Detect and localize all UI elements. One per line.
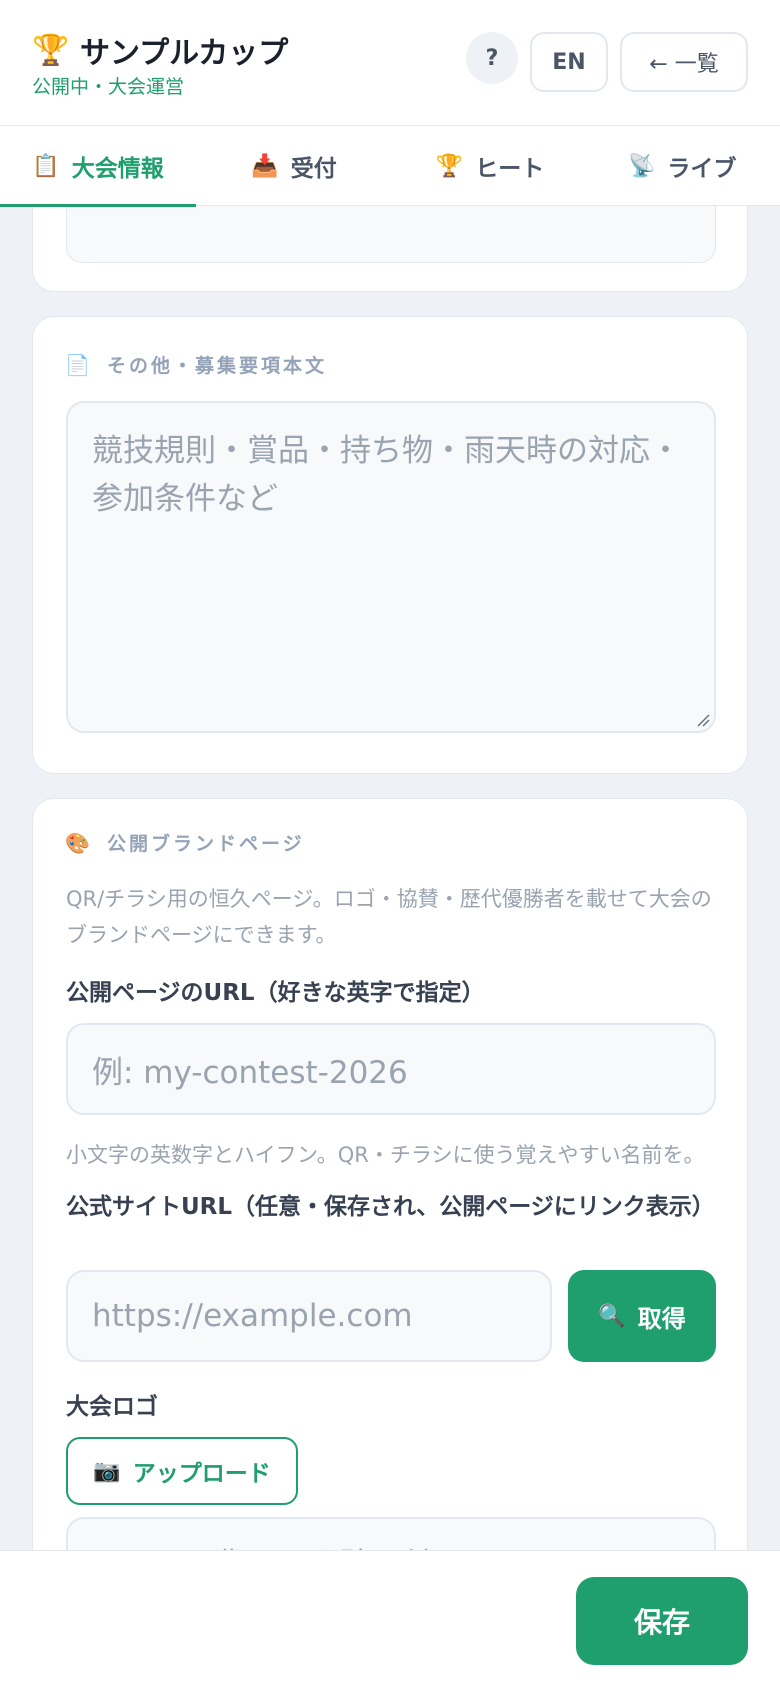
satellite-icon: 📡 [628, 153, 656, 179]
tab-live[interactable]: 📡 ライブ [588, 126, 780, 206]
document-icon: 📄 [65, 352, 90, 377]
site-url-label: 公式サイトURL（任意・保存され、公開ページにリンク表示） [66, 1194, 715, 1220]
upload-button[interactable]: 📷 アップロード [66, 1437, 298, 1505]
brand-section-heading: 公開ブランドページ [107, 833, 305, 855]
public-url-hint: 小文字の英数字とハイフン。QR・チラシに使う覚えやすい名前を。 [66, 1143, 705, 1167]
fetch-button-label: 取得 [637, 1304, 686, 1333]
inbox-icon: 📥 [251, 153, 279, 179]
status-subtitle: 公開中・大会運営 [32, 76, 185, 98]
app-header: 🏆 サンプルカップ 公開中・大会運営 ? EN ← 一覧 [0, 0, 780, 126]
other-section-heading: その他・募集要項本文 [107, 355, 328, 377]
trophy-icon: 🏆 [435, 153, 464, 179]
other-section-card: 📄 その他・募集要項本文 競技規則・賞品・持ち物・雨天時の対応・参加条件など [32, 316, 748, 774]
site-url-input[interactable]: https://example.com [66, 1270, 552, 1362]
page-title: サンプルカップ [80, 36, 289, 71]
brand-section-description: QR/チラシ用の恒久ページ。ロゴ・協賛・歴代優勝者を載せて大会のブランドページに… [66, 887, 712, 947]
recruitment-text-textarea[interactable]: 競技規則・賞品・持ち物・雨天時の対応・参加条件など [66, 401, 716, 733]
search-icon: 🔍 [598, 1303, 626, 1329]
public-url-label: 公開ページのURL（好きな英字で指定） [66, 980, 485, 1006]
resize-handle-icon[interactable] [694, 711, 710, 727]
tab-label: 受付 [290, 156, 337, 182]
tab-label: ライブ [667, 156, 737, 182]
brand-section-card: 🎨 公開ブランドページ QR/チラシ用の恒久ページ。ロゴ・協賛・歴代優勝者を載せ… [32, 798, 748, 1609]
fetch-button[interactable]: 🔍 取得 [568, 1270, 716, 1362]
footer-bar: 保存 [0, 1550, 780, 1688]
upload-button-label: アップロード [132, 1461, 271, 1487]
tab-registration[interactable]: 📥 受付 [196, 126, 392, 206]
language-button[interactable]: EN [530, 32, 608, 92]
public-url-input[interactable]: 例: my-contest-2026 [66, 1023, 716, 1115]
tab-bar: 📋 大会情報 📥 受付 🏆 ヒート 📡 ライブ [0, 126, 780, 207]
logo-label: 大会ロゴ [66, 1394, 158, 1420]
tab-heats[interactable]: 🏆 ヒート [392, 126, 588, 206]
trophy-icon: 🏆 [32, 32, 70, 68]
public-url-placeholder: 例: my-contest-2026 [92, 1054, 408, 1091]
tab-event-info[interactable]: 📋 大会情報 [0, 126, 196, 207]
tab-label: 大会情報 [71, 156, 164, 182]
title-row: 🏆 サンプルカップ [32, 28, 288, 72]
tab-label: ヒート [475, 156, 545, 182]
other-section-header: 📄 その他・募集要項本文 [65, 351, 327, 378]
clipboard-icon: 📋 [32, 153, 60, 179]
site-url-placeholder: https://example.com [92, 1298, 413, 1334]
recruitment-text-placeholder: 競技規則・賞品・持ち物・雨天時の対応・参加条件など [92, 433, 681, 517]
palette-icon: 🎨 [65, 830, 90, 855]
back-to-list-button[interactable]: ← 一覧 [620, 32, 748, 92]
save-button[interactable]: 保存 [576, 1577, 748, 1665]
help-button[interactable]: ? [466, 32, 518, 84]
brand-section-header: 🎨 公開ブランドページ [65, 829, 305, 856]
camera-icon: 📷 [93, 1458, 121, 1484]
